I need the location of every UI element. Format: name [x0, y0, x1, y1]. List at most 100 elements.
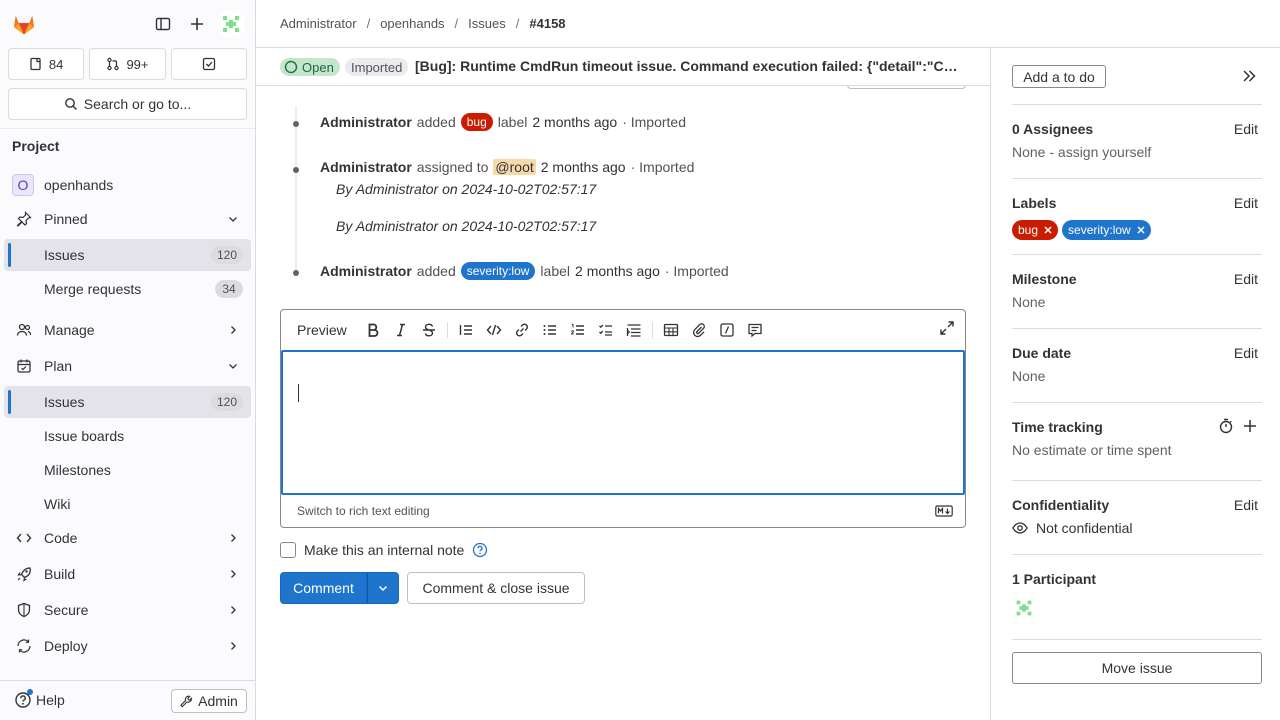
sidebar-section-heading: Project [12, 138, 60, 154]
quote-icon[interactable] [452, 316, 480, 344]
timestamp[interactable]: 2 months ago [575, 263, 660, 279]
label-bug[interactable]: bug [1012, 220, 1059, 240]
sidebar-item-plan-issues[interactable]: Issues 120 [4, 386, 251, 418]
suffix-text: label [497, 114, 528, 130]
switch-rich-text-link[interactable]: Switch to rich text editing [297, 504, 430, 518]
question-circle-icon[interactable] [472, 542, 488, 558]
author-name[interactable]: Administrator [320, 159, 412, 175]
link-icon[interactable] [508, 316, 536, 344]
bold-icon[interactable] [359, 316, 387, 344]
eye-icon [1012, 520, 1028, 536]
milestone-title: Milestone [1012, 271, 1077, 287]
comment-template-icon[interactable] [741, 316, 769, 344]
deploy-label: Deploy [44, 638, 88, 654]
todos-button[interactable] [170, 48, 247, 80]
internal-note-label[interactable]: Make this an internal note [304, 542, 464, 558]
sidebar-item-pinned-merge-requests[interactable]: Merge requests 34 [4, 273, 251, 305]
sidebar-item-plan[interactable]: Plan [4, 350, 251, 382]
action-text: added [416, 114, 456, 130]
numbered-list-icon[interactable] [564, 316, 592, 344]
breadcrumb-item[interactable]: openhands [380, 16, 444, 31]
table-icon[interactable] [657, 316, 685, 344]
sidebar-item-secure[interactable]: Secure [4, 594, 251, 626]
chevron-right-icon [225, 530, 241, 546]
comment-textarea[interactable] [281, 350, 965, 495]
italic-icon[interactable] [387, 316, 415, 344]
label-severity[interactable]: severity:low [1062, 220, 1151, 240]
attachment-icon[interactable] [685, 316, 713, 344]
imported-badge: Imported [345, 58, 409, 76]
preview-tab[interactable]: Preview [297, 322, 347, 338]
search-button[interactable]: Search or go to... [8, 88, 247, 120]
due-date-section: Due date Edit None [1012, 328, 1262, 402]
slash-commands-icon[interactable] [713, 316, 741, 344]
issues-counter-button[interactable]: 84 [8, 48, 85, 80]
stopwatch-icon[interactable] [1218, 418, 1234, 434]
confidentiality-edit-button[interactable]: Edit [1234, 497, 1258, 513]
milestone-edit-button[interactable]: Edit [1234, 271, 1258, 287]
timeline-entry: Administrator assigned to @root 2 months… [320, 159, 694, 175]
bullet-list-icon[interactable] [536, 316, 564, 344]
add-time-icon[interactable] [1242, 418, 1258, 434]
timestamp[interactable]: 2 months ago [541, 159, 626, 175]
close-icon[interactable] [1044, 226, 1052, 234]
sidebar-item-pinned[interactable]: Pinned [4, 203, 251, 235]
breadcrumb-item[interactable]: Issues [468, 16, 506, 31]
user-mention[interactable]: @root [493, 159, 536, 175]
toggle-sidebar-icon[interactable] [149, 10, 177, 38]
markdown-icon[interactable] [935, 504, 953, 518]
sidebar-item-wiki[interactable]: Wiki [4, 488, 251, 520]
sidebar-item-issue-boards[interactable]: Issue boards [4, 420, 251, 452]
task-list-icon[interactable] [592, 316, 620, 344]
close-icon[interactable] [1137, 226, 1145, 234]
timeline-entry: Administrator added bug label 2 months a… [320, 113, 686, 131]
labels-edit-button[interactable]: Edit [1234, 195, 1258, 211]
breadcrumb-item[interactable]: Administrator [280, 16, 357, 31]
left-sidebar: 84 99+ Search or go to... Project O open… [0, 0, 256, 720]
collapse-sidebar-icon[interactable] [1241, 68, 1257, 84]
label-bug[interactable]: bug [460, 113, 493, 131]
time-tracking-section: Time tracking No estimate or time spent [1012, 402, 1262, 480]
sidebar-item-build[interactable]: Build [4, 558, 251, 590]
sidebar-item-code[interactable]: Code [4, 522, 251, 554]
comment-close-button[interactable]: Comment & close issue [407, 572, 585, 604]
collapsible-section-icon[interactable] [620, 316, 648, 344]
help-button[interactable]: Help [14, 689, 65, 709]
help-icon [14, 689, 33, 709]
sidebar-item-milestones[interactable]: Milestones [4, 454, 251, 486]
assignees-edit-button[interactable]: Edit [1234, 121, 1258, 137]
toolbar-divider [446, 322, 448, 338]
author-name[interactable]: Administrator [320, 263, 412, 279]
breadcrumb-current[interactable]: #4158 [529, 16, 565, 31]
strikethrough-icon[interactable] [415, 316, 443, 344]
suffix-text: label [540, 263, 571, 279]
search-icon [64, 97, 78, 111]
comment-button[interactable]: Comment [280, 572, 367, 604]
user-avatar[interactable] [217, 10, 245, 38]
add-todo-button[interactable]: Add a to do [1012, 65, 1106, 88]
participant-avatar[interactable] [1012, 596, 1036, 620]
sidebar-item-pinned-issues[interactable]: Issues 120 [4, 239, 251, 271]
count-badge: 34 [215, 280, 243, 298]
timeline-line [295, 106, 297, 276]
internal-note-checkbox[interactable] [280, 542, 296, 558]
code-icon[interactable] [480, 316, 508, 344]
comment-options-button[interactable] [367, 572, 399, 604]
label-severity[interactable]: severity:low [460, 262, 536, 280]
manage-label: Manage [44, 322, 95, 338]
merge-requests-counter-button[interactable]: 99+ [89, 48, 166, 80]
gitlab-logo-icon[interactable] [10, 10, 38, 38]
sidebar-item-deploy[interactable]: Deploy [4, 630, 251, 662]
author-name[interactable]: Administrator [320, 114, 412, 130]
due-date-edit-button[interactable]: Edit [1234, 345, 1258, 361]
admin-button[interactable]: Admin [171, 689, 247, 713]
sidebar-item-project[interactable]: O openhands [4, 169, 251, 201]
timestamp[interactable]: 2 months ago [532, 114, 617, 130]
create-new-icon[interactable] [183, 10, 211, 38]
due-date-value: None [1012, 368, 1046, 384]
chevron-down-icon [377, 582, 389, 594]
fullscreen-icon[interactable] [939, 320, 955, 336]
assignees-value[interactable]: None - assign yourself [1012, 144, 1151, 160]
sidebar-item-manage[interactable]: Manage [4, 314, 251, 346]
move-issue-button[interactable]: Move issue [1012, 652, 1262, 684]
